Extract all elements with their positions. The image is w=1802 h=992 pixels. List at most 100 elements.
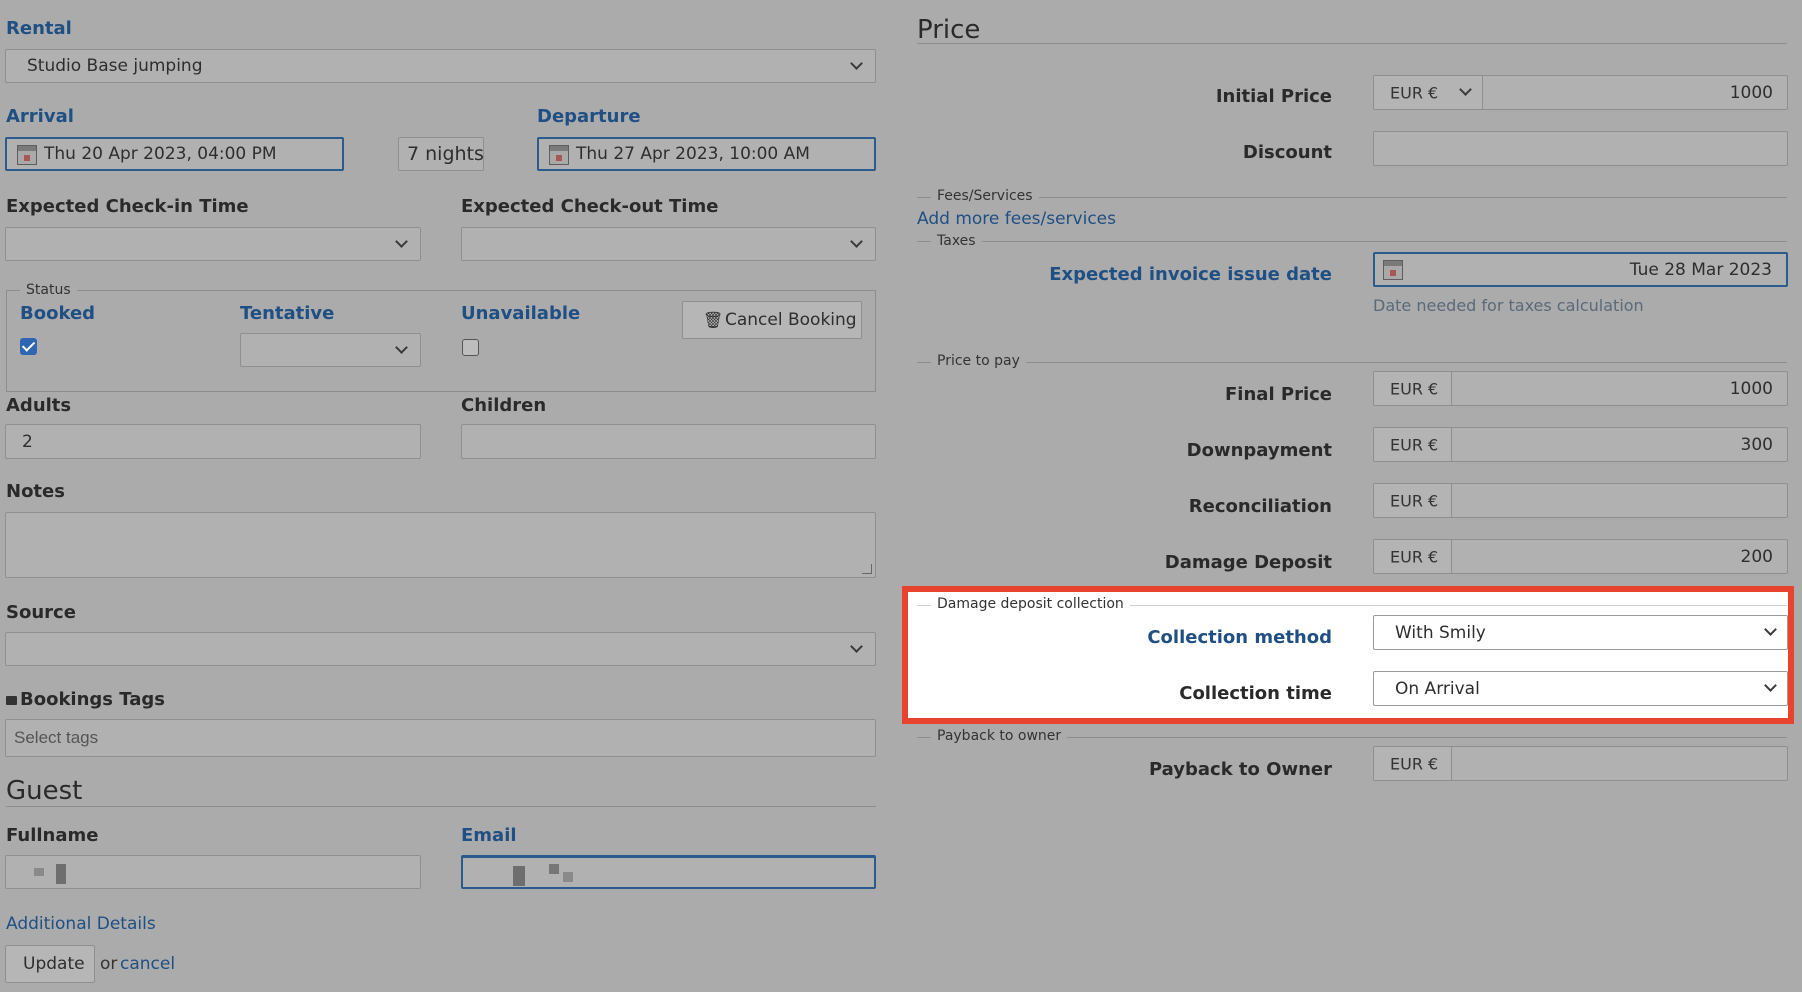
invoice-date-value: Tue 28 Mar 2023	[1629, 259, 1772, 280]
chevron-down-icon	[850, 57, 863, 70]
checkin-label: Expected Check-in Time	[6, 196, 249, 217]
collection-time-value: On Arrival	[1395, 678, 1480, 699]
update-button[interactable]: Update	[5, 945, 95, 983]
fullname-label: Fullname	[6, 825, 99, 846]
damage-deposit-value: 200	[1740, 546, 1773, 567]
invoice-date-input[interactable]: Tue 28 Mar 2023	[1373, 252, 1788, 287]
checkout-label: Expected Check-out Time	[461, 196, 719, 217]
guest-divider	[6, 806, 876, 807]
nights-text: 7 nights	[407, 143, 484, 165]
adults-label: Adults	[6, 395, 72, 416]
nights-count: 7 nights	[398, 137, 484, 171]
source-select[interactable]	[5, 632, 876, 666]
collection-method-label: Collection method	[1147, 627, 1332, 648]
invoice-date-help: Date needed for taxes calculation	[1373, 296, 1644, 315]
lock-icon	[6, 696, 17, 705]
arrival-label: Arrival	[6, 106, 74, 127]
departure-date-input[interactable]: Thu 27 Apr 2023, 10:00 AM	[537, 137, 876, 171]
damage-deposit-field[interactable]: EUR € 200	[1373, 539, 1788, 574]
payback-label: Payback to Owner	[1148, 759, 1332, 780]
redacted-text	[34, 868, 44, 876]
collection-time-label: Collection time	[1179, 683, 1332, 704]
fees-divider	[917, 197, 1787, 198]
chevron-down-icon	[850, 235, 863, 248]
chevron-down-icon	[1764, 679, 1777, 692]
currency-text: EUR €	[1390, 435, 1439, 454]
adults-input[interactable]: 2	[5, 424, 421, 459]
discount-input[interactable]	[1373, 131, 1788, 166]
rental-value: Studio Base jumping	[27, 56, 203, 76]
currency-addon: EUR €	[1374, 372, 1452, 405]
update-label: Update	[23, 954, 85, 974]
taxes-legend: Taxes	[931, 233, 982, 249]
reconciliation-field[interactable]: EUR €	[1373, 483, 1788, 518]
checkin-select[interactable]	[5, 227, 421, 261]
fullname-input[interactable]	[5, 855, 421, 889]
children-input[interactable]	[461, 424, 876, 459]
tentative-label: Tentative	[240, 303, 335, 324]
tentative-select[interactable]	[240, 333, 421, 367]
adults-value: 2	[22, 431, 33, 452]
chevron-down-icon	[395, 341, 408, 354]
redacted-text	[513, 866, 525, 886]
unavailable-checkbox[interactable]	[462, 339, 479, 356]
reconciliation-label: Reconciliation	[1188, 496, 1332, 517]
downpayment-field[interactable]: EUR € 300	[1373, 427, 1788, 462]
price-to-pay-legend: Price to pay	[931, 353, 1026, 369]
taxes-divider	[917, 241, 1787, 242]
currency-addon: EUR €	[1374, 747, 1452, 780]
notes-label: Notes	[6, 481, 65, 502]
trash-icon: 🗑	[703, 310, 724, 330]
arrival-value: Thu 20 Apr 2023, 04:00 PM	[44, 144, 277, 164]
final-price-value: 1000	[1729, 378, 1773, 399]
damage-deposit-label: Damage Deposit	[1164, 552, 1332, 573]
downpayment-value: 300	[1740, 434, 1773, 455]
price-divider	[917, 43, 1787, 44]
status-legend: Status	[20, 282, 77, 298]
collection-method-select[interactable]: With Smily	[1373, 615, 1788, 650]
cancel-link[interactable]: cancel	[120, 954, 175, 974]
cancel-booking-button[interactable]: 🗑 Cancel Booking	[682, 301, 862, 339]
tags-placeholder: Select tags	[14, 728, 99, 747]
cancel-booking-label: Cancel Booking	[725, 310, 857, 330]
currency-text: EUR €	[1390, 491, 1439, 510]
currency-select[interactable]: EUR €	[1374, 76, 1483, 109]
currency-text: EUR €	[1390, 754, 1439, 773]
chevron-down-icon	[1459, 83, 1472, 96]
source-label: Source	[6, 602, 76, 623]
bookings-tags-text: Bookings Tags	[20, 689, 165, 710]
calendar-icon	[549, 145, 569, 165]
payback-legend: Payback to owner	[931, 728, 1068, 744]
calendar-icon	[17, 145, 37, 165]
notes-textarea[interactable]	[5, 512, 876, 578]
downpayment-label: Downpayment	[1186, 440, 1332, 461]
booked-label: Booked	[20, 303, 96, 324]
checkout-select[interactable]	[461, 227, 876, 261]
rental-label: Rental	[6, 18, 72, 39]
additional-details-link[interactable]: Additional Details	[6, 914, 156, 934]
email-input[interactable]	[461, 855, 876, 889]
rental-select[interactable]: Studio Base jumping	[5, 49, 876, 83]
initial-price-value: 1000	[1729, 82, 1773, 103]
currency-addon: EUR €	[1374, 484, 1452, 517]
currency-text: EUR €	[1390, 83, 1439, 102]
currency-addon: EUR €	[1374, 428, 1452, 461]
bookings-tags-label: Bookings Tags	[6, 689, 165, 710]
collection-method-value: With Smily	[1395, 622, 1486, 643]
chevron-down-icon	[395, 235, 408, 248]
booked-checkbox[interactable]	[20, 338, 37, 355]
final-price-label: Final Price	[1225, 384, 1332, 405]
fees-legend: Fees/Services	[931, 188, 1039, 204]
tags-input[interactable]: Select tags	[5, 719, 876, 757]
final-price-field[interactable]: EUR € 1000	[1373, 371, 1788, 406]
chevron-down-icon	[1764, 623, 1777, 636]
payback-field[interactable]: EUR €	[1373, 746, 1788, 781]
arrival-date-input[interactable]: Thu 20 Apr 2023, 04:00 PM	[5, 137, 344, 171]
collection-time-select[interactable]: On Arrival	[1373, 671, 1788, 706]
currency-text: EUR €	[1390, 547, 1439, 566]
initial-price-field[interactable]: EUR € 1000	[1373, 75, 1788, 110]
add-fees-link[interactable]: Add more fees/services	[917, 209, 1116, 229]
resize-handle-icon[interactable]	[862, 564, 872, 574]
calendar-icon	[1383, 260, 1403, 280]
invoice-date-label: Expected invoice issue date	[1049, 264, 1332, 285]
